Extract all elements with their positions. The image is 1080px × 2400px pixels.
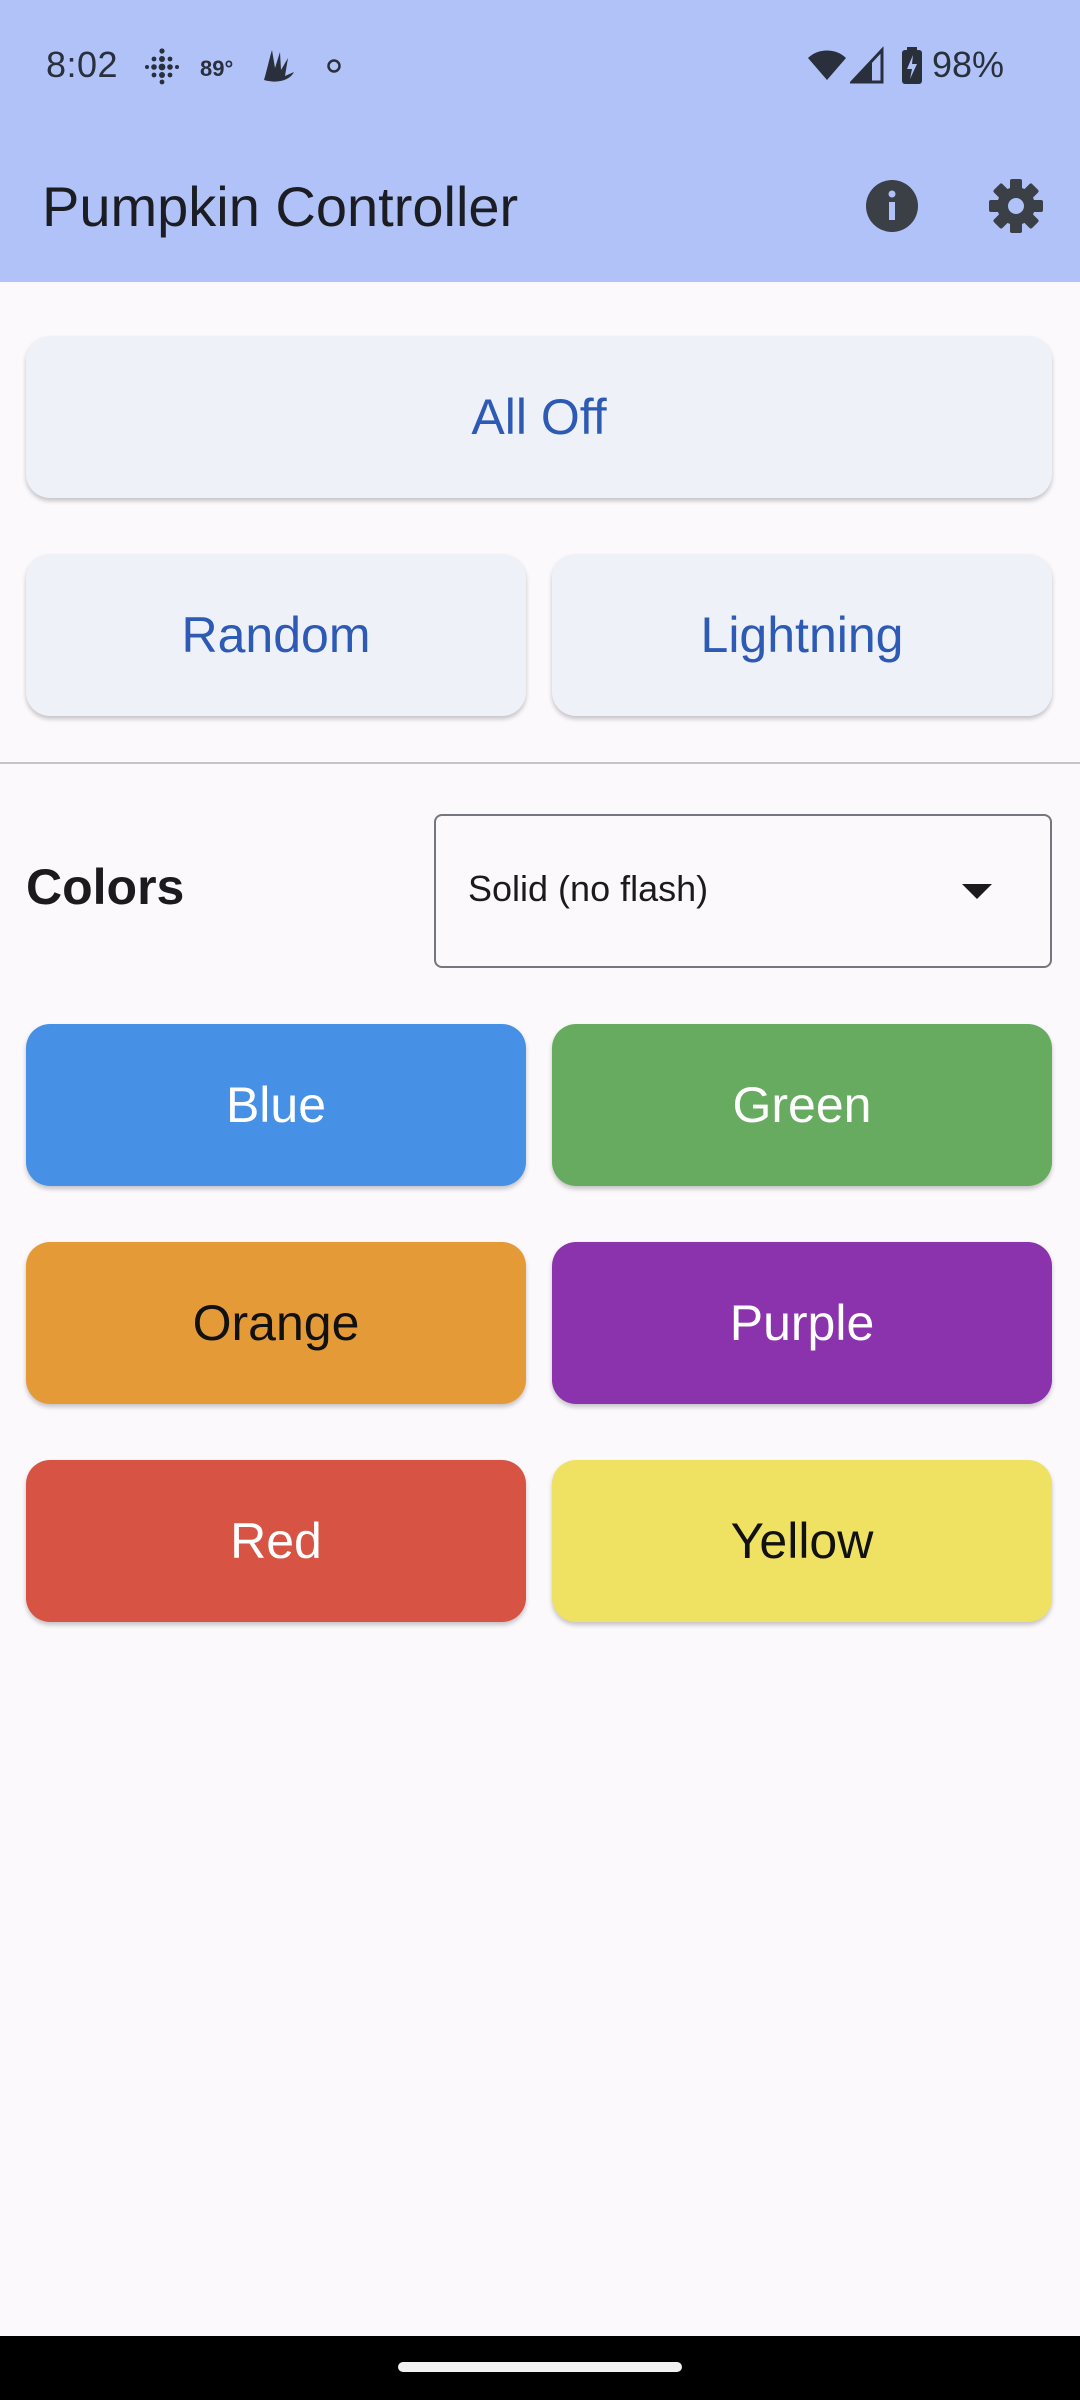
random-label: Random bbox=[181, 607, 371, 663]
blue-button[interactable]: Blue bbox=[26, 1024, 526, 1186]
settings-gear-icon bbox=[989, 179, 1043, 233]
status-bar: 8:02 89° 98% bbox=[0, 0, 1080, 136]
status-time: 8:02 bbox=[46, 44, 119, 85]
divider bbox=[0, 762, 1080, 764]
wifi-icon bbox=[806, 46, 848, 86]
app-root: 8:02 89° 98% Pumpkin Controller All Off … bbox=[0, 0, 1080, 2400]
dropdown-arrow-icon bbox=[962, 884, 992, 899]
fitbit-icon bbox=[142, 46, 182, 86]
all-off-button[interactable]: All Off bbox=[26, 336, 1052, 498]
battery-charging-icon bbox=[900, 46, 924, 86]
home-gesture-handle[interactable] bbox=[398, 2362, 682, 2372]
settings-button[interactable] bbox=[982, 172, 1050, 240]
green-label: Green bbox=[732, 1077, 872, 1133]
yellow-label: Yellow bbox=[730, 1513, 874, 1569]
random-button[interactable]: Random bbox=[26, 554, 526, 716]
battery-percentage: 98% bbox=[931, 44, 1004, 85]
signal-icon bbox=[848, 46, 886, 86]
colors-heading: Colors bbox=[26, 859, 185, 915]
purple-button[interactable]: Purple bbox=[552, 1242, 1052, 1404]
red-label: Red bbox=[230, 1513, 322, 1569]
app-title: Pumpkin Controller bbox=[42, 175, 519, 238]
purple-label: Purple bbox=[729, 1295, 875, 1351]
lightning-label: Lightning bbox=[700, 607, 904, 663]
flash-mode-selected: Solid (no flash) bbox=[468, 868, 709, 909]
lightning-button[interactable]: Lightning bbox=[552, 554, 1052, 716]
all-off-label: All Off bbox=[471, 389, 607, 445]
flash-mode-dropdown[interactable]: Solid (no flash) bbox=[434, 814, 1052, 968]
red-button[interactable]: Red bbox=[26, 1460, 526, 1622]
app-notification-icon bbox=[258, 46, 298, 86]
status-temperature: 89° bbox=[200, 56, 234, 81]
info-icon bbox=[866, 180, 918, 232]
app-bar: Pumpkin Controller bbox=[0, 136, 1080, 282]
yellow-button[interactable]: Yellow bbox=[552, 1460, 1052, 1622]
green-button[interactable]: Green bbox=[552, 1024, 1052, 1186]
orange-button[interactable]: Orange bbox=[26, 1242, 526, 1404]
dot-icon bbox=[326, 58, 342, 98]
orange-label: Orange bbox=[192, 1295, 360, 1351]
blue-label: Blue bbox=[225, 1077, 327, 1133]
info-button[interactable] bbox=[858, 172, 926, 240]
